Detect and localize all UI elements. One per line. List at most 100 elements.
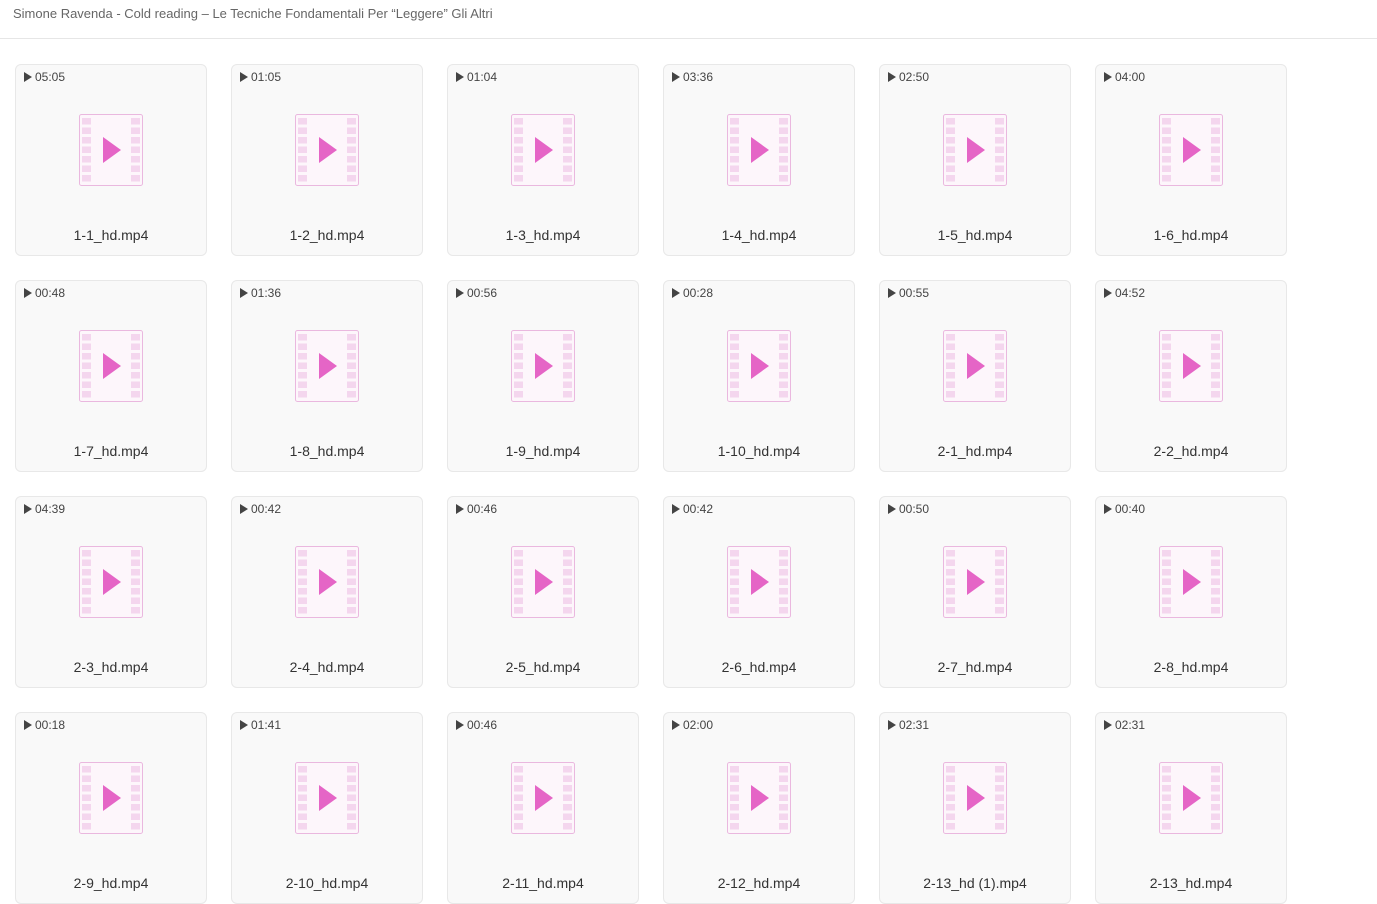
duration-text: 02:00 [683, 718, 714, 732]
file-tile[interactable]: 00:46 2-11_hd.mp4 [447, 712, 639, 904]
duration-text: 00:42 [251, 502, 282, 516]
video-file-icon[interactable] [511, 114, 575, 186]
duration-text: 00:46 [467, 502, 498, 516]
file-name[interactable]: 2-1_hd.mp4 [880, 443, 1070, 459]
video-file-icon[interactable] [295, 330, 359, 402]
video-file-icon[interactable] [943, 762, 1007, 834]
duration-badge: 01:04 [456, 70, 497, 84]
file-name[interactable]: 1-3_hd.mp4 [448, 227, 638, 243]
file-name[interactable]: 1-2_hd.mp4 [232, 227, 422, 243]
file-name[interactable]: 2-2_hd.mp4 [1096, 443, 1286, 459]
duration-text: 00:55 [899, 286, 930, 300]
file-tile[interactable]: 02:00 2-12_hd.mp4 [663, 712, 855, 904]
file-name[interactable]: 1-1_hd.mp4 [16, 227, 206, 243]
file-tile[interactable]: 00:42 2-4_hd.mp4 [231, 496, 423, 688]
video-file-icon[interactable] [1159, 762, 1223, 834]
duration-badge: 00:42 [240, 502, 281, 516]
duration-badge: 01:36 [240, 286, 281, 300]
video-file-icon[interactable] [727, 114, 791, 186]
file-name[interactable]: 1-7_hd.mp4 [16, 443, 206, 459]
file-tile[interactable]: 01:41 2-10_hd.mp4 [231, 712, 423, 904]
duration-badge: 04:39 [24, 502, 65, 516]
file-tile[interactable]: 04:52 2-2_hd.mp4 [1095, 280, 1287, 472]
video-file-icon[interactable] [511, 330, 575, 402]
file-tile[interactable]: 00:42 2-6_hd.mp4 [663, 496, 855, 688]
play-icon [240, 288, 248, 298]
play-icon [1104, 72, 1112, 82]
file-tile[interactable]: 01:05 1-2_hd.mp4 [231, 64, 423, 256]
file-tile[interactable]: 00:46 2-5_hd.mp4 [447, 496, 639, 688]
duration-badge: 02:31 [888, 718, 929, 732]
video-file-icon[interactable] [79, 114, 143, 186]
duration-badge: 00:42 [672, 502, 713, 516]
video-file-icon[interactable] [79, 762, 143, 834]
duration-badge: 00:28 [672, 286, 713, 300]
duration-badge: 00:40 [1104, 502, 1145, 516]
duration-text: 04:39 [35, 502, 66, 516]
file-tile[interactable]: 00:56 1-9_hd.mp4 [447, 280, 639, 472]
file-tile[interactable]: 05:05 1-1_hd.mp4 [15, 64, 207, 256]
file-name[interactable]: 2-13_hd.mp4 [1096, 875, 1286, 891]
file-name[interactable]: 2-4_hd.mp4 [232, 659, 422, 675]
video-file-icon[interactable] [727, 330, 791, 402]
file-name[interactable]: 1-8_hd.mp4 [232, 443, 422, 459]
file-name[interactable]: 1-10_hd.mp4 [664, 443, 854, 459]
file-tile[interactable]: 01:36 1-8_hd.mp4 [231, 280, 423, 472]
file-tile[interactable]: 02:50 1-5_hd.mp4 [879, 64, 1071, 256]
file-name[interactable]: 2-9_hd.mp4 [16, 875, 206, 891]
file-tile[interactable]: 02:31 2-13_hd.mp4 [1095, 712, 1287, 904]
video-file-icon[interactable] [727, 546, 791, 618]
file-name[interactable]: 2-6_hd.mp4 [664, 659, 854, 675]
video-file-icon[interactable] [1159, 114, 1223, 186]
video-file-icon[interactable] [943, 114, 1007, 186]
play-icon [1104, 504, 1112, 514]
file-name[interactable]: 2-13_hd (1).mp4 [880, 875, 1070, 891]
duration-text: 01:05 [251, 70, 282, 84]
video-file-icon[interactable] [511, 546, 575, 618]
file-name[interactable]: 1-6_hd.mp4 [1096, 227, 1286, 243]
duration-badge: 02:00 [672, 718, 713, 732]
duration-text: 00:56 [467, 286, 498, 300]
duration-badge: 01:41 [240, 718, 281, 732]
video-file-icon[interactable] [295, 114, 359, 186]
play-icon [456, 72, 464, 82]
file-name[interactable]: 2-3_hd.mp4 [16, 659, 206, 675]
file-tile[interactable]: 00:40 2-8_hd.mp4 [1095, 496, 1287, 688]
video-file-icon[interactable] [943, 330, 1007, 402]
video-file-icon[interactable] [79, 546, 143, 618]
file-name[interactable]: 1-5_hd.mp4 [880, 227, 1070, 243]
file-tile[interactable]: 04:39 2-3_hd.mp4 [15, 496, 207, 688]
duration-text: 00:46 [467, 718, 498, 732]
file-name[interactable]: 2-8_hd.mp4 [1096, 659, 1286, 675]
file-name[interactable]: 2-10_hd.mp4 [232, 875, 422, 891]
play-icon [888, 720, 896, 730]
file-tile[interactable]: 00:48 1-7_hd.mp4 [15, 280, 207, 472]
video-file-icon[interactable] [943, 546, 1007, 618]
file-name[interactable]: 2-7_hd.mp4 [880, 659, 1070, 675]
play-icon [888, 504, 896, 514]
file-name[interactable]: 2-5_hd.mp4 [448, 659, 638, 675]
video-file-icon[interactable] [727, 762, 791, 834]
duration-text: 00:28 [683, 286, 714, 300]
play-icon [456, 720, 464, 730]
video-file-icon[interactable] [511, 762, 575, 834]
file-name[interactable]: 2-11_hd.mp4 [448, 875, 638, 891]
file-tile[interactable]: 00:28 1-10_hd.mp4 [663, 280, 855, 472]
video-file-icon[interactable] [295, 762, 359, 834]
video-file-icon[interactable] [79, 330, 143, 402]
file-tile[interactable]: 00:50 2-7_hd.mp4 [879, 496, 1071, 688]
file-name[interactable]: 2-12_hd.mp4 [664, 875, 854, 891]
file-name[interactable]: 1-4_hd.mp4 [664, 227, 854, 243]
file-tile[interactable]: 03:36 1-4_hd.mp4 [663, 64, 855, 256]
video-file-icon[interactable] [295, 546, 359, 618]
duration-text: 05:05 [35, 70, 66, 84]
file-tile[interactable]: 01:04 1-3_hd.mp4 [447, 64, 639, 256]
video-file-icon[interactable] [1159, 330, 1223, 402]
file-tile[interactable]: 02:31 2-13_hd (1).mp4 [879, 712, 1071, 904]
video-file-icon[interactable] [1159, 546, 1223, 618]
file-tile[interactable]: 04:00 1-6_hd.mp4 [1095, 64, 1287, 256]
duration-badge: 00:46 [456, 718, 497, 732]
file-tile[interactable]: 00:18 2-9_hd.mp4 [15, 712, 207, 904]
file-tile[interactable]: 00:55 2-1_hd.mp4 [879, 280, 1071, 472]
file-name[interactable]: 1-9_hd.mp4 [448, 443, 638, 459]
